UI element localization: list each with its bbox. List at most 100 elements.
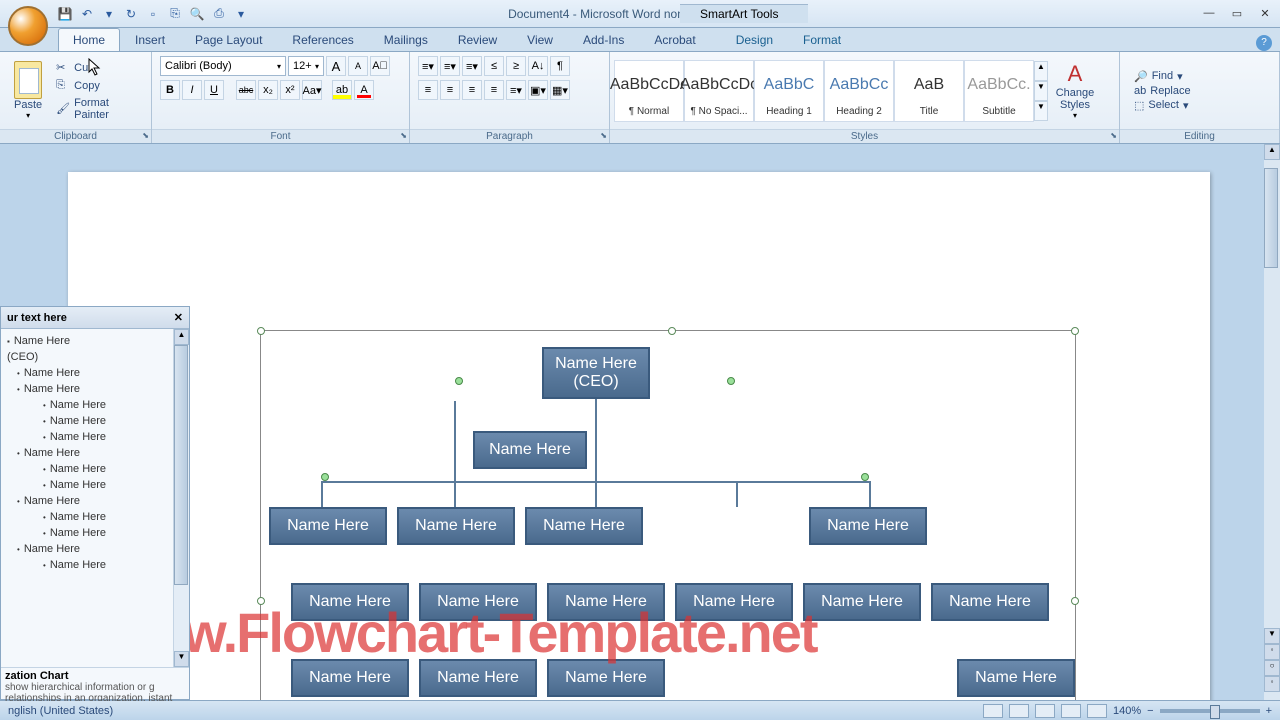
text-pane-line[interactable]: •Name Here (3, 381, 187, 397)
tab-design[interactable]: Design (721, 28, 788, 51)
prev-page-icon[interactable]: ◦ (1264, 644, 1280, 660)
clear-format-button[interactable]: A⃠ (370, 56, 390, 76)
tab-format[interactable]: Format (788, 28, 856, 51)
styles-more-icon[interactable]: ▼ (1034, 101, 1048, 121)
style-item[interactable]: AaBbCcDc¶ No Spaci... (684, 60, 754, 122)
shading-button[interactable]: ▣▾ (528, 80, 548, 100)
grow-font-button[interactable]: A (326, 56, 346, 76)
superscript-button[interactable]: x² (280, 80, 300, 100)
org-box-mgr[interactable]: Name Here (809, 507, 927, 545)
office-button[interactable] (8, 6, 48, 46)
text-pane-line[interactable]: •Name Here (3, 493, 187, 509)
subscript-button[interactable]: x₂ (258, 80, 278, 100)
open-icon[interactable]: ⎘ (166, 5, 184, 23)
org-box-emp[interactable]: Name Here (931, 583, 1049, 621)
undo-icon[interactable]: ↶ (78, 5, 96, 23)
italic-button[interactable]: I (182, 80, 202, 100)
tab-references[interactable]: References (277, 28, 368, 51)
org-box-emp[interactable]: Name Here (957, 659, 1075, 697)
view-fullscreen-icon[interactable] (1009, 704, 1029, 718)
copy-button[interactable]: ⎘Copy (56, 78, 145, 94)
zoom-level[interactable]: 140% (1113, 705, 1141, 717)
vscroll-down-icon[interactable]: ▼ (1264, 628, 1280, 644)
select-button[interactable]: ⬚Select ▾ (1134, 99, 1191, 112)
multilevel-button[interactable]: ≡▾ (462, 56, 482, 76)
qat-more-icon[interactable]: ▾ (232, 5, 250, 23)
vscroll-thumb[interactable] (1264, 168, 1278, 268)
tab-mailings[interactable]: Mailings (369, 28, 443, 51)
text-pane-line[interactable]: •Name Here (3, 509, 187, 525)
bullets-button[interactable]: ≡▾ (418, 56, 438, 76)
styles-scroll-up-icon[interactable]: ▲ (1034, 61, 1048, 81)
org-box-mgr[interactable]: Name Here (397, 507, 515, 545)
tab-home[interactable]: Home (58, 28, 120, 51)
minimize-button[interactable]: — (1200, 7, 1218, 21)
next-page-icon[interactable]: ◦ (1264, 676, 1280, 692)
text-pane-line[interactable]: •Name Here (3, 413, 187, 429)
org-box-mgr[interactable]: Name Here (525, 507, 643, 545)
change-case-button[interactable]: Aa▾ (302, 80, 322, 100)
tab-acrobat[interactable]: Acrobat (639, 28, 710, 51)
org-box-ceo[interactable]: Name Here (CEO) (542, 347, 650, 399)
font-name-select[interactable]: Calibri (Body)▾ (160, 56, 286, 76)
find-button[interactable]: 🔎Find ▾ (1134, 70, 1191, 83)
change-styles-button[interactable]: A Change Styles ▾ (1052, 57, 1098, 124)
cut-button[interactable]: ✂Cut (56, 60, 145, 76)
text-pane-line[interactable]: •Name Here (3, 557, 187, 573)
org-box-assistant[interactable]: Name Here (473, 431, 587, 469)
zoom-in-icon[interactable]: + (1266, 705, 1272, 717)
text-pane-line[interactable]: •Name Here (3, 429, 187, 445)
shrink-font-button[interactable]: A (348, 56, 368, 76)
text-pane-scrollbar[interactable]: ▲ ▼ (173, 329, 189, 667)
tab-insert[interactable]: Insert (120, 28, 180, 51)
org-box-emp[interactable]: Name Here (803, 583, 921, 621)
tab-view[interactable]: View (512, 28, 568, 51)
maximize-button[interactable]: ▭ (1228, 7, 1246, 21)
tab-review[interactable]: Review (443, 28, 512, 51)
paste-button[interactable]: Paste ▾ (6, 57, 50, 124)
zoom-out-icon[interactable]: − (1147, 705, 1153, 717)
numbering-button[interactable]: ≡▾ (440, 56, 460, 76)
styles-scroll-down-icon[interactable]: ▼ (1034, 81, 1048, 101)
bold-button[interactable]: B (160, 80, 180, 100)
decrease-indent-button[interactable]: ≤ (484, 56, 504, 76)
style-item[interactable]: AaBbCcHeading 2 (824, 60, 894, 122)
borders-button[interactable]: ▦▾ (550, 80, 570, 100)
text-pane-body[interactable]: ▪Name Here(CEO)•Name Here•Name Here•Name… (1, 329, 189, 667)
status-language[interactable]: nglish (United States) (8, 705, 113, 717)
tab-page-layout[interactable]: Page Layout (180, 28, 277, 51)
help-icon[interactable]: ? (1256, 35, 1272, 51)
close-button[interactable]: ✕ (1256, 7, 1274, 21)
text-pane-line[interactable]: (CEO) (3, 349, 187, 365)
view-print-layout-icon[interactable] (983, 704, 1003, 718)
text-pane-line[interactable]: •Name Here (3, 365, 187, 381)
sort-button[interactable]: A↓ (528, 56, 548, 76)
show-marks-button[interactable]: ¶ (550, 56, 570, 76)
text-pane-line[interactable]: ▪Name Here (3, 333, 187, 349)
redo-icon[interactable]: ↻ (122, 5, 140, 23)
view-outline-icon[interactable] (1061, 704, 1081, 718)
font-size-select[interactable]: 12+▾ (288, 56, 324, 76)
vertical-scrollbar[interactable]: ▲ ▼ ◦ ○ ◦ (1264, 144, 1280, 700)
increase-indent-button[interactable]: ≥ (506, 56, 526, 76)
view-web-icon[interactable] (1035, 704, 1055, 718)
tab-addins[interactable]: Add-Ins (568, 28, 639, 51)
text-pane-line[interactable]: •Name Here (3, 477, 187, 493)
font-launcher-icon[interactable]: ⬊ (400, 131, 407, 140)
style-item[interactable]: AaBTitle (894, 60, 964, 122)
styles-launcher-icon[interactable]: ⬊ (1110, 131, 1117, 140)
save-icon[interactable]: 💾 (56, 5, 74, 23)
style-item[interactable]: AaBbCcDc¶ Normal (614, 60, 684, 122)
strikethrough-button[interactable]: abc (236, 80, 256, 100)
preview-icon[interactable]: 🔍 (188, 5, 206, 23)
text-pane-line[interactable]: •Name Here (3, 445, 187, 461)
clipboard-launcher-icon[interactable]: ⬊ (142, 131, 149, 140)
style-item[interactable]: AaBbCc.Subtitle (964, 60, 1034, 122)
justify-button[interactable]: ≡ (484, 80, 504, 100)
undo-dropdown-icon[interactable]: ▾ (100, 5, 118, 23)
style-item[interactable]: AaBbCHeading 1 (754, 60, 824, 122)
print-icon[interactable]: ⎙ (210, 5, 228, 23)
scroll-up-icon[interactable]: ▲ (174, 329, 189, 345)
text-pane-close-icon[interactable]: ✕ (174, 311, 183, 324)
styles-gallery[interactable]: AaBbCcDc¶ NormalAaBbCcDc¶ No Spaci...AaB… (614, 60, 1034, 122)
